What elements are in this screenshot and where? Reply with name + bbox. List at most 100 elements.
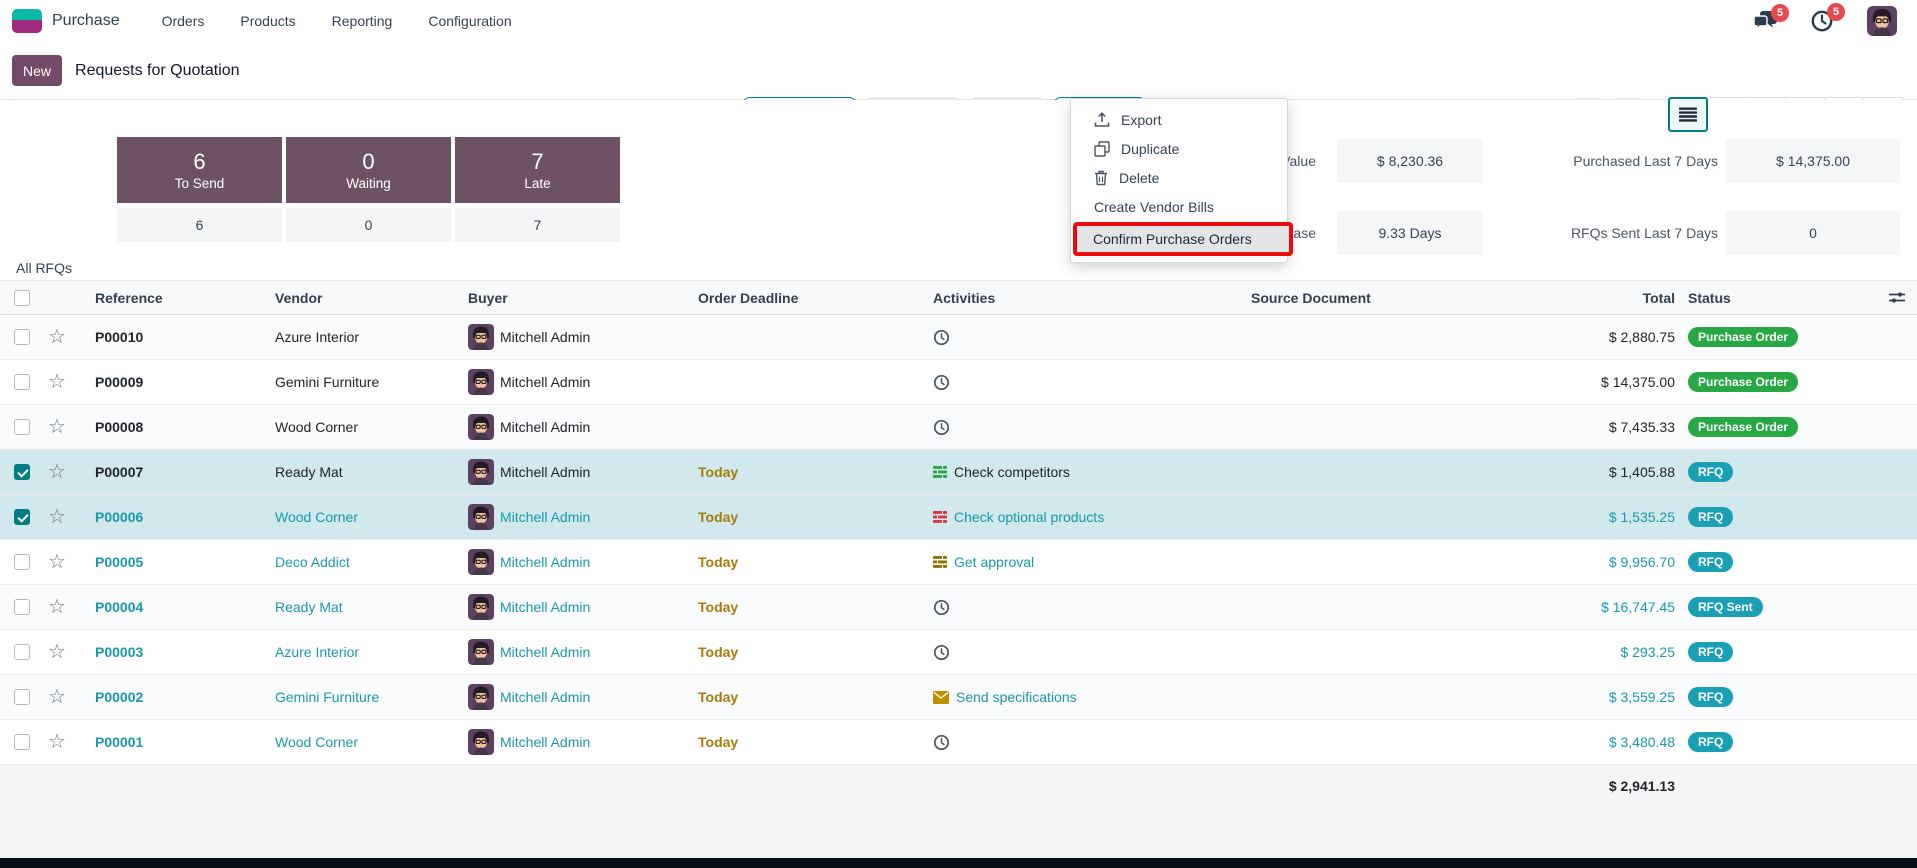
menu-duplicate[interactable]: Duplicate bbox=[1071, 134, 1287, 163]
table-row[interactable]: ☆ P00008 Wood Corner Mitchell Admin $ 7,… bbox=[0, 405, 1917, 450]
mail-activity-icon[interactable] bbox=[933, 691, 949, 704]
row-buyer: Mitchell Admin bbox=[456, 360, 682, 404]
favorite-star[interactable]: ☆ bbox=[44, 315, 82, 359]
header-status[interactable]: Status bbox=[1677, 281, 1880, 314]
header-activities[interactable]: Activities bbox=[920, 281, 1236, 314]
clock-activity-icon[interactable] bbox=[933, 329, 950, 346]
navbar-right: 5 5 bbox=[1753, 6, 1897, 36]
row-checkbox[interactable] bbox=[0, 675, 44, 719]
status-badge: RFQ bbox=[1688, 642, 1733, 662]
app-name[interactable]: Purchase bbox=[52, 12, 120, 30]
table-row[interactable]: ☆ P00001 Wood Corner Mitchell Admin Toda… bbox=[0, 720, 1917, 765]
favorite-star[interactable]: ☆ bbox=[44, 405, 82, 449]
status-badge: Purchase Order bbox=[1688, 372, 1798, 392]
row-activity[interactable]: Get approval bbox=[920, 540, 1236, 584]
activity-label: Send specifications bbox=[956, 689, 1077, 705]
menu-orders[interactable]: Orders bbox=[162, 13, 205, 29]
row-checkbox[interactable] bbox=[0, 720, 44, 764]
row-buyer: Mitchell Admin bbox=[456, 675, 682, 719]
messages-badge: 5 bbox=[1771, 4, 1789, 22]
header-vendor[interactable]: Vendor bbox=[260, 281, 456, 314]
clock-activity-icon[interactable] bbox=[933, 734, 950, 751]
row-reference: P00004 bbox=[82, 585, 260, 629]
my-tile-late[interactable]: 7 bbox=[455, 208, 620, 242]
menu-reporting[interactable]: Reporting bbox=[332, 13, 393, 29]
days-to-purchase: 9.33 Days bbox=[1337, 211, 1483, 255]
row-activity[interactable] bbox=[920, 360, 1236, 404]
tile-late[interactable]: 7Late bbox=[455, 137, 620, 203]
row-activity[interactable] bbox=[920, 630, 1236, 674]
favorite-star[interactable]: ☆ bbox=[44, 585, 82, 629]
activities-icon[interactable]: 5 bbox=[1811, 10, 1833, 32]
header-order-deadline[interactable]: Order Deadline bbox=[682, 281, 920, 314]
tasks-activity-icon[interactable] bbox=[933, 510, 947, 524]
menu-create-vendor-bills[interactable]: Create Vendor Bills bbox=[1071, 192, 1287, 221]
row-checkbox[interactable] bbox=[0, 405, 44, 449]
row-total: $ 16,747.45 bbox=[1536, 585, 1677, 629]
clock-activity-icon[interactable] bbox=[933, 374, 950, 391]
menu-confirm-purchase-orders[interactable]: Confirm Purchase Orders bbox=[1093, 231, 1252, 247]
status-badge: RFQ bbox=[1688, 507, 1733, 527]
tile-waiting[interactable]: 0Waiting bbox=[286, 137, 451, 203]
row-status: RFQ bbox=[1677, 675, 1880, 719]
new-button[interactable]: New bbox=[12, 55, 62, 86]
table-row[interactable]: ☆ P00006 Wood Corner Mitchell Admin Toda… bbox=[0, 495, 1917, 540]
buyer-avatar bbox=[468, 324, 494, 350]
select-all-checkbox[interactable] bbox=[0, 281, 44, 314]
row-vendor: Wood Corner bbox=[260, 405, 456, 449]
table-row[interactable]: ☆ P00009 Gemini Furniture Mitchell Admin… bbox=[0, 360, 1917, 405]
row-checkbox[interactable] bbox=[0, 585, 44, 629]
row-activity[interactable] bbox=[920, 405, 1236, 449]
row-activity[interactable]: Check competitors bbox=[920, 450, 1236, 494]
tasks-activity-icon[interactable] bbox=[933, 555, 947, 569]
favorite-star[interactable]: ☆ bbox=[44, 675, 82, 719]
messages-icon[interactable]: 5 bbox=[1753, 11, 1777, 32]
favorite-star[interactable]: ☆ bbox=[44, 360, 82, 404]
my-tile-to-send[interactable]: 6 bbox=[117, 208, 282, 242]
header-source-document[interactable]: Source Document bbox=[1236, 281, 1536, 314]
table-row[interactable]: ☆ P00002 Gemini Furniture Mitchell Admin… bbox=[0, 675, 1917, 720]
header-buyer[interactable]: Buyer bbox=[456, 281, 682, 314]
row-checkbox[interactable] bbox=[0, 495, 44, 539]
header-reference[interactable]: Reference bbox=[82, 281, 260, 314]
row-activity[interactable] bbox=[920, 315, 1236, 359]
menu-delete[interactable]: Delete bbox=[1071, 163, 1287, 192]
favorite-star[interactable]: ☆ bbox=[44, 450, 82, 494]
header-total[interactable]: Total bbox=[1536, 281, 1677, 314]
purchased-last-7-days: $ 14,375.00 bbox=[1726, 139, 1900, 183]
row-checkbox[interactable] bbox=[0, 450, 44, 494]
row-buyer: Mitchell Admin bbox=[456, 720, 682, 764]
row-activity[interactable]: Check optional products bbox=[920, 495, 1236, 539]
row-status: RFQ Sent bbox=[1677, 585, 1880, 629]
row-checkbox[interactable] bbox=[0, 315, 44, 359]
favorite-star[interactable]: ☆ bbox=[44, 540, 82, 584]
menu-export[interactable]: Export bbox=[1071, 105, 1287, 134]
clock-activity-icon[interactable] bbox=[933, 419, 950, 436]
table-row[interactable]: ☆ P00004 Ready Mat Mitchell Admin Today … bbox=[0, 585, 1917, 630]
view-list-button[interactable] bbox=[1668, 97, 1708, 132]
tasks-activity-icon[interactable] bbox=[933, 465, 947, 479]
clock-activity-icon[interactable] bbox=[933, 644, 950, 661]
row-checkbox[interactable] bbox=[0, 540, 44, 584]
my-tile-waiting[interactable]: 0 bbox=[286, 208, 451, 242]
row-activity[interactable] bbox=[920, 720, 1236, 764]
optional-columns-button[interactable] bbox=[1880, 281, 1917, 314]
favorite-star[interactable]: ☆ bbox=[44, 495, 82, 539]
table-row[interactable]: ☆ P00010 Azure Interior Mitchell Admin $… bbox=[0, 315, 1917, 360]
clock-activity-icon[interactable] bbox=[933, 599, 950, 616]
table-row[interactable]: ☆ P00005 Deco Addict Mitchell Admin Toda… bbox=[0, 540, 1917, 585]
favorite-star[interactable]: ☆ bbox=[44, 630, 82, 674]
menu-configuration[interactable]: Configuration bbox=[428, 13, 511, 29]
buyer-avatar bbox=[468, 504, 494, 530]
row-activity[interactable] bbox=[920, 585, 1236, 629]
row-checkbox[interactable] bbox=[0, 360, 44, 404]
favorite-star[interactable]: ☆ bbox=[44, 720, 82, 764]
row-checkbox[interactable] bbox=[0, 630, 44, 674]
user-avatar[interactable] bbox=[1867, 6, 1897, 36]
tile-to-send[interactable]: 6To Send bbox=[117, 137, 282, 203]
table-row[interactable]: ☆ P00007 Ready Mat Mitchell Admin Today … bbox=[0, 450, 1917, 495]
row-activity[interactable]: Send specifications bbox=[920, 675, 1236, 719]
odoo-app-logo[interactable] bbox=[12, 9, 42, 33]
menu-products[interactable]: Products bbox=[240, 13, 295, 29]
table-row[interactable]: ☆ P00003 Azure Interior Mitchell Admin T… bbox=[0, 630, 1917, 675]
